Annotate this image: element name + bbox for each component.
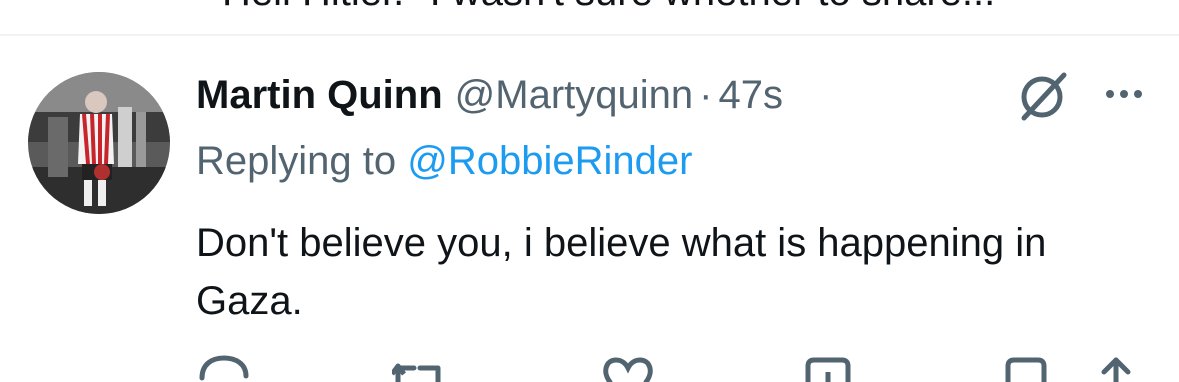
avatar[interactable] bbox=[28, 72, 170, 214]
separator-dot: · bbox=[699, 73, 713, 117]
tweet-text: Don't believe you, i believe what is hap… bbox=[196, 221, 1047, 323]
divider bbox=[0, 34, 1179, 36]
timestamp[interactable]: 47s bbox=[718, 70, 783, 120]
action-bar bbox=[0, 352, 1179, 382]
views-icon[interactable] bbox=[800, 352, 860, 382]
replying-prefix: Replying to bbox=[196, 139, 397, 183]
more-icon[interactable] bbox=[1100, 76, 1148, 112]
tweet-thread: Heil Hitler." I wasn't sure whether to s… bbox=[0, 0, 1179, 382]
reply-icon[interactable] bbox=[196, 352, 256, 382]
previous-tweet-text[interactable]: Heil Hitler." I wasn't sure whether to s… bbox=[222, 0, 995, 16]
share-icon[interactable] bbox=[1092, 352, 1152, 382]
replying-to: Replying to @RobbieRinder bbox=[196, 136, 692, 186]
retweet-icon[interactable] bbox=[392, 352, 452, 382]
tweet-header: Martin Quinn @Martyquinn · 47s bbox=[196, 70, 783, 120]
mention-link[interactable]: @RobbieRinder bbox=[407, 139, 692, 183]
bookmark-icon[interactable] bbox=[1000, 352, 1060, 382]
heart-icon[interactable] bbox=[600, 352, 660, 382]
display-name[interactable]: Martin Quinn bbox=[196, 70, 443, 120]
user-handle[interactable]: @Martyquinn bbox=[455, 70, 693, 120]
grok-icon[interactable] bbox=[1014, 70, 1074, 122]
